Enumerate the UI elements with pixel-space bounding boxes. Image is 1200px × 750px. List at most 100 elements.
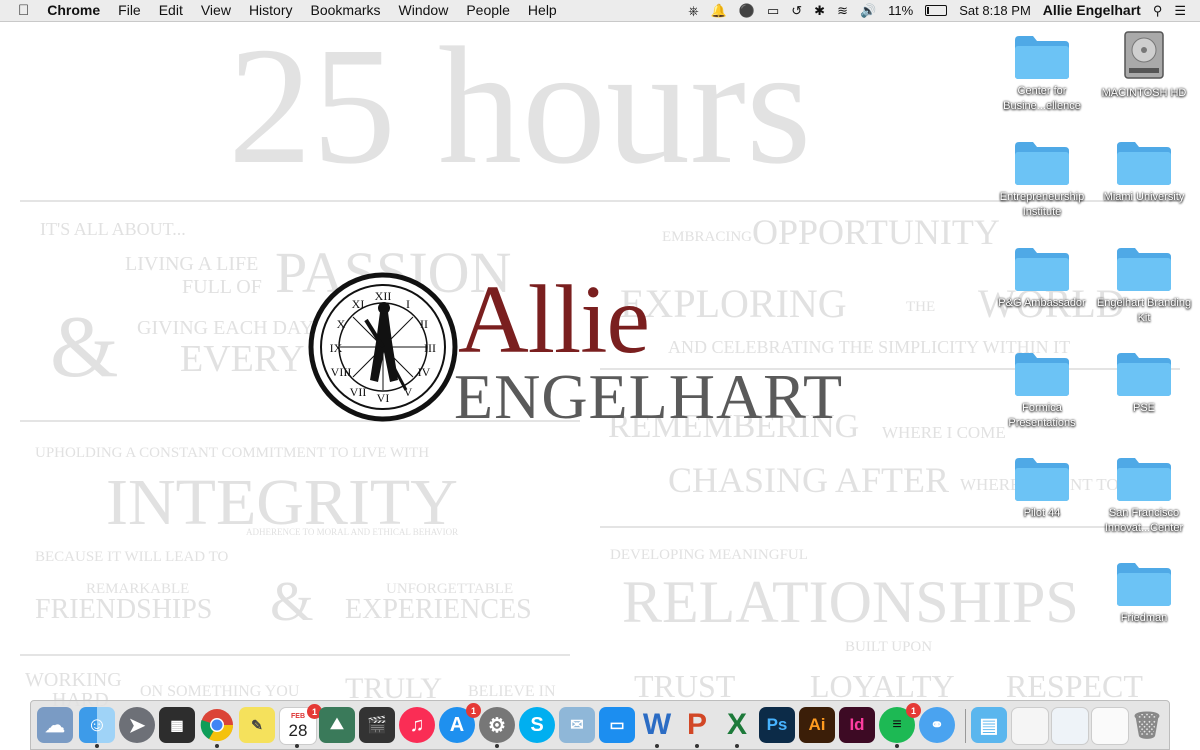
user-name[interactable]: Allie Engelhart [1037,0,1147,21]
powerpoint-icon[interactable]: P [679,707,715,743]
apple-menu-icon[interactable]:  [0,0,38,21]
excel-icon[interactable]: X [719,707,755,743]
drive-sync-icon[interactable]: ⎈ [682,0,704,21]
menu-view[interactable]: View [192,0,240,21]
mission-control-icon[interactable]: ▦ [159,707,195,743]
clock-logo-icon: XII III VI IX I II IV V VII VIII X XI [308,272,458,422]
word-icon[interactable]: W [639,707,675,743]
desktop-icon-label: Friedman [1120,612,1168,624]
wallpaper-text: BELIEVE IN [468,683,556,700]
preview-app-icon[interactable]: ☁ [37,707,73,743]
hard-drive-icon [1117,28,1171,82]
minimized-window-thumbnail[interactable] [1011,707,1049,745]
menu-edit[interactable]: Edit [150,0,192,21]
battery-percent[interactable]: 11% [882,0,919,21]
wallpaper-text: LIVING A LIFE [125,253,259,275]
allie-engelhart-logo: XII III VI IX I II IV V VII VIII X XI Al… [308,266,873,432]
desktop-folder-san-francisco-innovation-center[interactable]: San Francisco Innovat...Center [1094,456,1194,536]
spotify-icon[interactable]: ≡ 1 [879,703,921,743]
spotlight-search-icon[interactable]: ⚲ [1147,0,1169,21]
trash-icon[interactable]: 🗑 [1129,707,1165,743]
final-cut-icon[interactable]: 🎬 [359,707,395,743]
svg-text:II: II [420,317,428,331]
running-indicator [495,744,499,748]
wallpaper-text: CHASING AFTER [668,460,950,500]
photos-icon[interactable]: ⛰ [319,707,355,743]
time-machine-icon[interactable]: ↺ [785,0,808,21]
folder-icon [1013,140,1071,186]
desktop-icon-label: Pilot 44 [1023,507,1061,519]
wallpaper-text: UPHOLDING A CONSTANT COMMITMENT TO LIVE … [35,445,430,461]
calendar-icon[interactable]: FEB 28 1 [279,704,322,745]
svg-text:I: I [406,297,410,311]
menu-window[interactable]: Window [390,0,458,21]
status-area: ⎈ 🔔 ⚫ ▭ ↺ ✱ ≋ 🔊 11% Sat 8:18 PM Allie En… [682,0,1200,21]
menu-history[interactable]: History [240,0,302,21]
desktop-icon-label: MACINTOSH HD [1101,87,1187,99]
itunes-icon[interactable]: ♫ [399,707,435,743]
folder-icon [1115,351,1173,397]
documents-folder-icon[interactable]: ▤ [971,707,1007,743]
stickies-icon[interactable]: ✎ [239,707,275,743]
wallpaper-text: BECAUSE IT WILL LEAD TO [35,549,229,565]
system-preferences-icon[interactable]: ⚙ [479,707,515,743]
bluetooth-icon[interactable]: ✱ [808,0,831,21]
app-store-badge: 1 [466,703,481,718]
notification-bell-icon[interactable]: 🔔 [705,0,733,21]
desktop-folder-pg-ambassador[interactable]: P&G Ambassador [992,246,1092,311]
wallpaper-text: BUILT UPON [845,639,933,655]
desktop-drive-macintosh-hd[interactable]: MACINTOSH HD [1094,28,1194,101]
illustrator-icon[interactable]: Ai [799,707,835,743]
folder-icon [1115,246,1173,292]
minimized-window-thumbnail[interactable] [1091,707,1129,745]
desktop-folder-formica-presentations[interactable]: Formica Presentations [992,351,1092,431]
preview-photo-icon[interactable]: ✉ [559,707,595,743]
folder-icon [1115,561,1173,607]
desktop-icon-label: Miami University [1103,191,1185,203]
photoshop-icon[interactable]: Ps [759,707,795,743]
desktop-folder-friedman[interactable]: Friedman [1094,561,1194,626]
desktop-icon-label: Center for Busine...ellence [1003,85,1081,112]
desktop-folder-miami-university[interactable]: Miami University [1094,140,1194,205]
launchpad-icon[interactable]: ➤ [119,707,155,743]
minimized-window-thumbnail[interactable] [1051,707,1089,745]
messages-icon[interactable]: ⚭ [919,707,955,743]
wallpaper-text: & [270,571,314,633]
keynote-icon[interactable]: ▭ [599,707,635,743]
desktop-icon-label: Engelhart Branding Kit [1096,297,1192,324]
dock-separator [965,709,966,743]
finder-icon[interactable]: ☺ [79,707,115,743]
svg-text:VII: VII [350,385,367,399]
skype-icon[interactable]: S [519,707,555,743]
desktop-folder-entrepreneurship-institute[interactable]: Entrepreneurship Institute [992,140,1092,220]
desktop-folder-pse[interactable]: PSE [1094,351,1194,416]
menu-app-name[interactable]: Chrome [38,0,109,21]
menu-people[interactable]: People [457,0,519,21]
menu-bar:  Chrome File Edit View History Bookmark… [0,0,1200,22]
wallpaper-text: EVERY [180,338,305,380]
volume-icon[interactable]: 🔊 [854,0,882,21]
menu-bookmarks[interactable]: Bookmarks [302,0,390,21]
svg-text:VIII: VIII [331,365,352,379]
folder-icon [1013,246,1071,292]
desktop-folder-center-for-business-excellence[interactable]: Center for Busine...ellence [992,34,1092,114]
battery-icon[interactable] [925,5,948,16]
app-store-icon[interactable]: A 1 [439,703,481,743]
menu-file[interactable]: File [109,0,150,21]
desktop-icon-label: Entrepreneurship Institute [999,191,1085,218]
wallpaper-text: IT'S ALL ABOUT... [40,219,186,239]
menu-help[interactable]: Help [519,0,566,21]
airplay-icon[interactable]: ▭ [761,0,785,21]
indesign-icon[interactable]: Id [839,707,875,743]
chat-bubble-icon[interactable]: ⚫ [733,0,761,21]
running-indicator [695,744,699,748]
calendar-day: 28 [288,720,308,740]
svg-text:III: III [424,341,436,355]
desktop-folder-pilot-44[interactable]: Pilot 44 [992,456,1092,521]
chrome-icon[interactable] [199,707,235,743]
notification-center-icon[interactable]: ☰ [1168,0,1200,21]
wifi-icon[interactable]: ≋ [831,0,854,21]
wallpaper-text: RELATIONSHIPS [622,569,1079,635]
desktop-folder-engelhart-branding-kit[interactable]: Engelhart Branding Kit [1094,246,1194,326]
clock[interactable]: Sat 8:18 PM [953,0,1037,21]
